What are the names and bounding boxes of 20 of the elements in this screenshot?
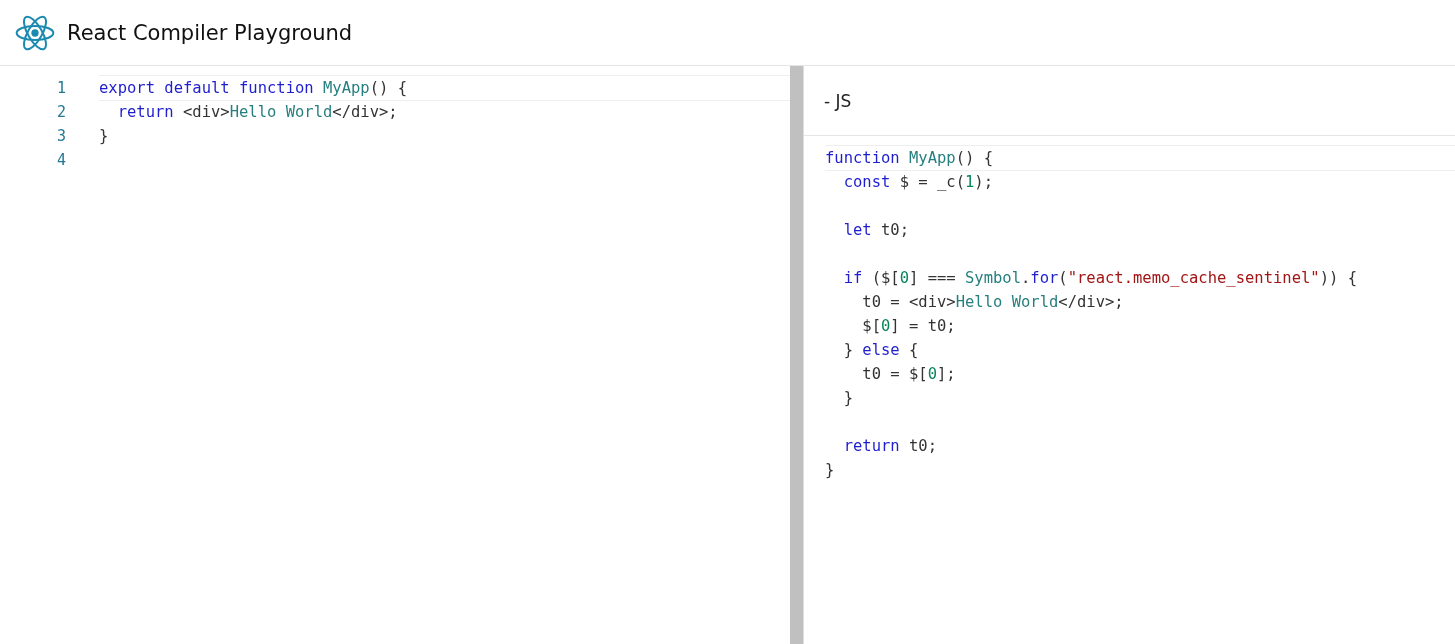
line-number: 1 xyxy=(55,79,66,97)
app-title: React Compiler Playground xyxy=(67,20,353,45)
code-line: t0 = $[0]; xyxy=(861,364,956,385)
code-line: return <div>Hello World</div>; xyxy=(116,102,398,123)
line-number: 4 xyxy=(55,151,66,169)
panel-title[interactable]: - JS xyxy=(824,90,852,111)
code-line: } xyxy=(99,126,109,147)
code-line: return t0; xyxy=(842,436,937,457)
code-line: if ($[0] === Symbol.for("react.memo_cache_sentinel")) { xyxy=(842,268,1357,289)
code-line: } xyxy=(842,388,853,409)
code-line: $[0] = t0; xyxy=(861,316,956,337)
line-number: 3 xyxy=(55,127,66,145)
code-line: } xyxy=(825,460,835,481)
code-line: let t0; xyxy=(842,220,909,241)
code-line: } else { xyxy=(842,340,919,361)
code-line: function MyApp() { xyxy=(825,145,1455,171)
code-line: const $ = _c(1); xyxy=(842,172,993,193)
line-number: 2 xyxy=(55,103,66,121)
code-line: export default function MyApp() { xyxy=(99,75,790,101)
code-line: t0 = <div>Hello World</div>; xyxy=(861,292,1124,313)
